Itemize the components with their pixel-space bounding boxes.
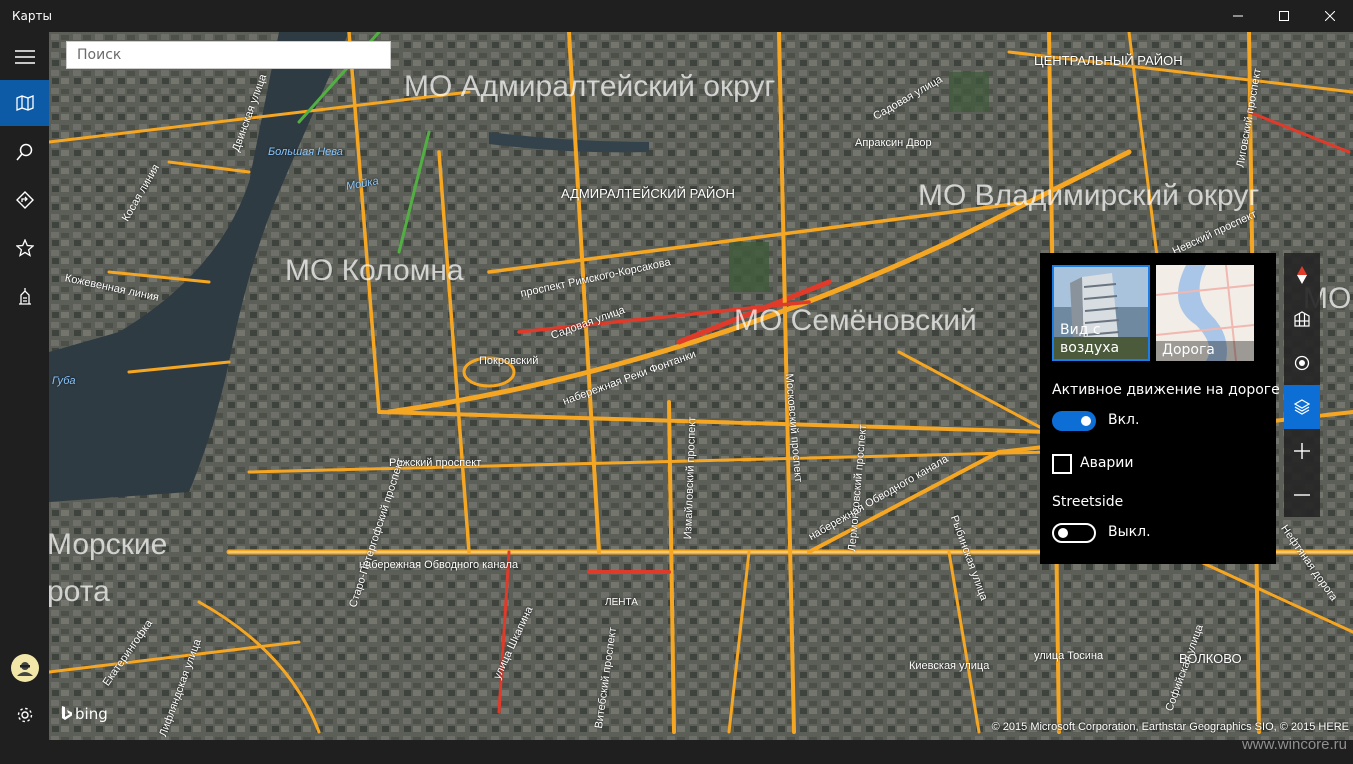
layers-button[interactable] <box>1284 385 1320 429</box>
aerial-view-label: Вид с воздуха <box>1060 322 1120 356</box>
zoom-out-icon <box>1294 494 1310 496</box>
app-title: Карты <box>12 9 52 23</box>
minimize-button[interactable] <box>1215 0 1261 32</box>
gear-icon <box>17 707 32 723</box>
nav-item-favorites[interactable] <box>0 225 49 271</box>
search-icon <box>15 143 32 161</box>
zoom-in-button[interactable] <box>1284 429 1320 473</box>
window-controls <box>1215 0 1353 32</box>
title-bar: Карты <box>0 0 1353 32</box>
map-district-label: МО Коломна <box>285 254 464 287</box>
nav-item-directions[interactable] <box>0 177 49 223</box>
map-district-label: МО Семёновский <box>734 304 977 337</box>
3d-cities-icon <box>1294 311 1310 327</box>
zoom-in-icon <box>1294 443 1310 459</box>
toggle-knob <box>1058 528 1068 538</box>
map-ward-label: Покровский <box>479 355 539 367</box>
search-input[interactable] <box>66 41 391 69</box>
incidents-checkbox[interactable] <box>1052 454 1072 474</box>
road-view-option[interactable]: Дорога <box>1156 265 1254 361</box>
compass-icon <box>1297 266 1307 284</box>
left-nav <box>0 32 49 740</box>
map-copyright: © 2015 Microsoft Corporation, Earthstar … <box>991 721 1349 733</box>
incidents-label: Аварии <box>1080 455 1134 471</box>
map-controls <box>1284 253 1320 517</box>
3d-cities-button[interactable] <box>1284 297 1320 341</box>
city-tour-icon <box>18 288 31 305</box>
map-layers-panel: Вид с воздуха Дорога Активное движение н… <box>1040 253 1280 564</box>
star-icon <box>15 239 34 257</box>
bing-logo: bing <box>61 705 108 723</box>
maximize-icon <box>1279 11 1289 21</box>
traffic-state-label: Вкл. <box>1108 412 1140 428</box>
aerial-view-option[interactable]: Вид с воздуха <box>1052 265 1150 361</box>
my-location-icon <box>1294 355 1310 371</box>
map-district-label: рота <box>49 575 110 608</box>
nav-item-search[interactable] <box>0 129 49 175</box>
hamburger-icon <box>14 50 35 64</box>
nav-menu-button[interactable] <box>0 34 49 80</box>
streetside-label: Streetside <box>1052 494 1124 510</box>
my-location-button[interactable] <box>1284 341 1320 385</box>
map-street-label: Апраксин Двор <box>855 137 932 149</box>
map-ward-label: ЛЕНТА <box>605 597 638 608</box>
traffic-label: Активное движение на дороге <box>1052 382 1280 398</box>
directions-icon <box>15 191 34 209</box>
nav-item-settings[interactable] <box>0 692 49 738</box>
traffic-toggle[interactable] <box>1052 411 1096 431</box>
map-district-label: МО Владимирский округ <box>918 179 1260 212</box>
minimize-icon <box>1233 15 1243 17</box>
zoom-out-button[interactable] <box>1284 473 1320 517</box>
map-district-label: МО Адмиралтейский округ <box>404 70 776 103</box>
status-bar <box>0 740 1353 764</box>
close-button[interactable] <box>1307 0 1353 32</box>
maximize-button[interactable] <box>1261 0 1307 32</box>
streetside-state-label: Выкл. <box>1108 524 1151 540</box>
map-ward-label: ЦЕНТРАЛЬНЫЙ РАЙОН <box>1034 53 1183 68</box>
nav-item-map[interactable] <box>0 80 49 126</box>
map-icon <box>15 95 34 111</box>
map-district-label: Морские <box>49 528 168 561</box>
map-street-label: улица Тосина <box>1034 650 1104 662</box>
close-icon <box>1325 11 1335 21</box>
map-street-label: Киевская улица <box>909 660 990 672</box>
map-water-label: Губа <box>52 375 76 387</box>
toggle-knob <box>1081 416 1091 426</box>
bing-text: bing <box>75 705 108 723</box>
road-view-label: Дорога <box>1162 342 1215 358</box>
bing-icon <box>62 706 72 720</box>
map-ward-label: АДМИРАЛТЕЙСКИЙ РАЙОН <box>561 186 735 201</box>
map-street-label: набережная Обводного канала <box>359 559 519 571</box>
avatar-icon <box>17 662 33 676</box>
layers-icon <box>1294 399 1310 415</box>
nav-item-city-tours[interactable] <box>0 273 49 319</box>
watermark: www.wincore.ru <box>1241 736 1347 753</box>
map-water-label: Большая Нева <box>268 146 343 158</box>
map-canvas[interactable]: МО Адмиралтейский округ МО Коломна МО Се… <box>49 32 1353 740</box>
avatar[interactable] <box>11 654 39 682</box>
compass-button[interactable] <box>1284 253 1320 297</box>
streetside-toggle[interactable] <box>1052 523 1096 543</box>
